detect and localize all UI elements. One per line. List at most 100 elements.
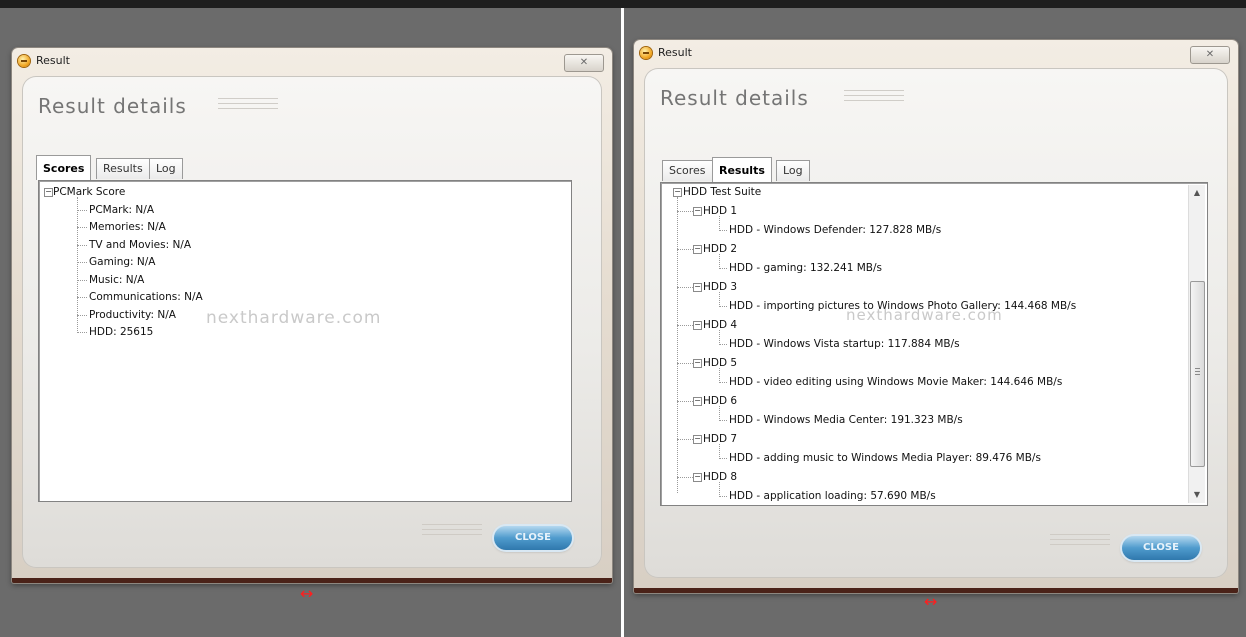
- heading-decoration: [844, 90, 904, 104]
- title-bar[interactable]: Result ✕: [634, 40, 1238, 68]
- collapse-icon[interactable]: −: [693, 473, 702, 482]
- tree-connector: [77, 197, 78, 333]
- tree-connector: [719, 458, 727, 459]
- collapse-icon[interactable]: −: [693, 359, 702, 368]
- tree-connector: [677, 439, 693, 440]
- results-tree[interactable]: ▲ ▼ − HDD Test Suite − HDD 1 HDD - Windows D…: [660, 182, 1208, 506]
- collapse-icon[interactable]: −: [693, 435, 702, 444]
- tree-group[interactable]: HDD 6: [703, 394, 737, 408]
- tab-log[interactable]: Log: [149, 158, 183, 179]
- tree-connector: [77, 244, 87, 246]
- close-icon[interactable]: ✕: [1190, 46, 1230, 64]
- tab-scores[interactable]: Scores: [36, 155, 92, 180]
- watermark: nexthardware.com: [846, 306, 1003, 324]
- tree-connector: [719, 482, 720, 497]
- tree-connector: [719, 254, 720, 269]
- collapse-icon[interactable]: −: [693, 245, 702, 254]
- tree-connector: [77, 297, 87, 298]
- tree-connector: [719, 444, 720, 459]
- tree-connector: [77, 279, 87, 281]
- app-icon: [18, 55, 30, 67]
- scroll-up-icon[interactable]: ▲: [1189, 185, 1205, 201]
- resize-arrow-icon: ↔: [924, 592, 938, 611]
- tree-connector: [677, 249, 693, 250]
- tree-connector: [719, 420, 727, 421]
- tab-results[interactable]: Results: [96, 158, 150, 179]
- resize-arrow-icon: ↔: [300, 584, 314, 603]
- tree-item[interactable]: HDD - Windows Defender: 127.828 MB/s: [729, 223, 941, 237]
- button-decoration: [422, 524, 482, 540]
- top-bar: [0, 0, 1246, 8]
- tree-connector: [719, 292, 720, 307]
- scroll-down-icon[interactable]: ▼: [1189, 487, 1205, 503]
- collapse-icon[interactable]: −: [693, 283, 702, 292]
- close-icon[interactable]: ✕: [564, 54, 604, 72]
- tree-item[interactable]: PCMark: N/A: [89, 203, 154, 217]
- tree-connector: [677, 363, 693, 364]
- tree-connector: [719, 496, 727, 497]
- tree-group[interactable]: HDD 8: [703, 470, 737, 484]
- tree-root[interactable]: HDD Test Suite: [683, 185, 761, 199]
- tab-log[interactable]: Log: [776, 160, 810, 181]
- tree-connector: [77, 209, 87, 211]
- tree-item[interactable]: Productivity: N/A: [89, 308, 176, 322]
- right-screenshot-panel: Result ✕ Result details Scores Results L…: [624, 8, 1246, 637]
- tree-item[interactable]: HDD: 25615: [89, 325, 153, 339]
- scrollbar-thumb[interactable]: [1190, 281, 1205, 467]
- tree-connector: [719, 306, 727, 307]
- tree-connector: [677, 401, 693, 402]
- tree-connector: [77, 262, 87, 263]
- tree-group[interactable]: HDD 2: [703, 242, 737, 256]
- collapse-icon[interactable]: −: [44, 188, 53, 197]
- tree-item[interactable]: HDD - Windows Media Center: 191.323 MB/s: [729, 413, 963, 427]
- tree-item[interactable]: Communications: N/A: [89, 290, 203, 304]
- title-bar[interactable]: Result ✕: [12, 48, 612, 76]
- tab-results[interactable]: Results: [712, 157, 772, 182]
- tree-connector: [719, 330, 720, 345]
- tree-connector: [677, 197, 678, 493]
- tree-connector: [677, 477, 693, 478]
- button-decoration: [1050, 534, 1110, 550]
- collapse-icon[interactable]: −: [673, 188, 682, 197]
- tab-scores[interactable]: Scores: [662, 160, 713, 181]
- tree-connector: [77, 314, 87, 316]
- tree-group[interactable]: HDD 3: [703, 280, 737, 294]
- tree-connector: [677, 325, 693, 326]
- tree-connector: [719, 344, 727, 345]
- close-button[interactable]: CLOSE: [1122, 536, 1200, 560]
- tree-item[interactable]: HDD - video editing using Windows Movie …: [729, 375, 1062, 389]
- left-screenshot-panel: Result ✕ Result details Scores Results L…: [0, 8, 621, 637]
- tree-group[interactable]: HDD 1: [703, 204, 737, 218]
- tree-connector: [719, 406, 720, 421]
- tree-connector: [77, 332, 87, 333]
- tree-item[interactable]: Gaming: N/A: [89, 255, 156, 269]
- tree-connector: [719, 230, 727, 231]
- tree-item[interactable]: TV and Movies: N/A: [89, 238, 191, 252]
- vertical-scrollbar[interactable]: ▲ ▼: [1188, 185, 1205, 503]
- tree-root[interactable]: PCMark Score: [53, 185, 125, 199]
- tree-group[interactable]: HDD 4: [703, 318, 737, 332]
- tree-connector: [677, 287, 693, 288]
- page-title: Result details: [38, 94, 187, 118]
- tree-item[interactable]: Music: N/A: [89, 273, 144, 287]
- tree-item[interactable]: Memories: N/A: [89, 220, 166, 234]
- page-title: Result details: [660, 86, 809, 110]
- window-title: Result: [36, 54, 70, 67]
- collapse-icon[interactable]: −: [693, 321, 702, 330]
- collapse-icon[interactable]: −: [693, 397, 702, 406]
- heading-decoration: [218, 98, 278, 112]
- tree-item[interactable]: HDD - gaming: 132.241 MB/s: [729, 261, 882, 275]
- collapse-icon[interactable]: −: [693, 207, 702, 216]
- tree-item[interactable]: HDD - adding music to Windows Media Play…: [729, 451, 1041, 465]
- tree-item[interactable]: HDD - Windows Vista startup: 117.884 MB/…: [729, 337, 960, 351]
- tree-connector: [719, 268, 727, 269]
- tree-group[interactable]: HDD 5: [703, 356, 737, 370]
- watermark: nexthardware.com: [206, 308, 382, 328]
- score-tree[interactable]: − PCMark Score PCMark: N/A Memories: N/A TV …: [38, 180, 572, 502]
- tree-item[interactable]: HDD - application loading: 57.690 MB/s: [729, 489, 936, 503]
- tree-group[interactable]: HDD 7: [703, 432, 737, 446]
- close-button[interactable]: CLOSE: [494, 526, 572, 550]
- tree-connector: [719, 368, 720, 383]
- window-title: Result: [658, 46, 692, 59]
- tree-connector: [677, 211, 693, 212]
